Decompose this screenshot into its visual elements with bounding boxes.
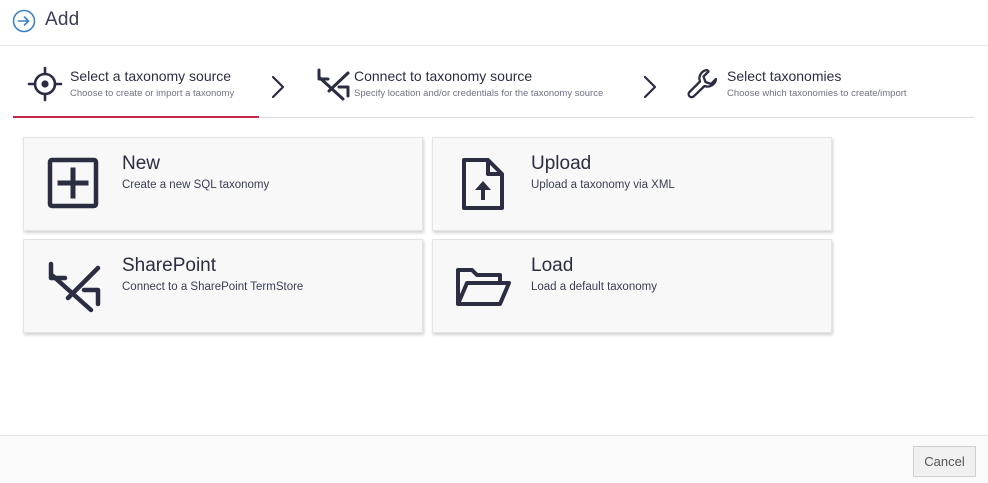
- cancel-button[interactable]: Cancel: [913, 446, 976, 477]
- arrow-right-circle-icon: [12, 9, 36, 33]
- option-upload-card[interactable]: Upload Upload a taxonomy via XML: [432, 137, 832, 231]
- wizard-steps: Select a taxonomy source Choose to creat…: [13, 46, 974, 118]
- dialog-header: Add: [0, 0, 988, 46]
- target-icon: [27, 66, 63, 102]
- folder-open-icon: [456, 268, 511, 306]
- swap-arrows-icon: [317, 68, 350, 101]
- step-title: Select a taxonomy source: [70, 68, 232, 84]
- step-subtitle: Choose which taxonomies to create/import: [727, 88, 907, 99]
- option-description: Upload a taxonomy via XML: [531, 179, 675, 191]
- step-subtitle: Choose to create or import a taxonomy: [70, 88, 235, 99]
- plus-square-icon: [47, 157, 99, 209]
- dialog-footer: Cancel: [0, 435, 988, 483]
- option-description: Connect to a SharePoint TermStore: [122, 281, 304, 293]
- swap-arrows-icon: [48, 261, 101, 313]
- option-title: SharePoint: [122, 255, 217, 276]
- option-load-card[interactable]: Load Load a default taxonomy: [432, 239, 832, 333]
- wrench-icon: [687, 68, 718, 99]
- option-new-card[interactable]: New Create a new SQL taxonomy: [23, 137, 423, 231]
- chevron-right-icon: [271, 75, 285, 99]
- step-select-taxonomies[interactable]: Select taxonomies Choose which taxonomie…: [685, 46, 973, 117]
- option-title: Upload: [531, 153, 592, 174]
- option-description: Load a default taxonomy: [531, 281, 657, 293]
- step-title: Connect to taxonomy source: [354, 68, 533, 84]
- dialog-title: Add: [45, 9, 80, 30]
- option-title: Load: [531, 255, 574, 276]
- option-title: New: [122, 153, 161, 174]
- step-title: Select taxonomies: [727, 68, 842, 84]
- option-description: Create a new SQL taxonomy: [122, 179, 270, 191]
- step-connect-source[interactable]: Connect to taxonomy source Specify locat…: [313, 46, 633, 117]
- file-upload-icon: [462, 158, 504, 210]
- chevron-right-icon: [643, 75, 657, 99]
- option-sharepoint-card[interactable]: SharePoint Connect to a SharePoint TermS…: [23, 239, 423, 333]
- step-subtitle: Specify location and/or credentials for …: [354, 88, 604, 99]
- step-select-source[interactable]: Select a taxonomy source Choose to creat…: [13, 46, 259, 118]
